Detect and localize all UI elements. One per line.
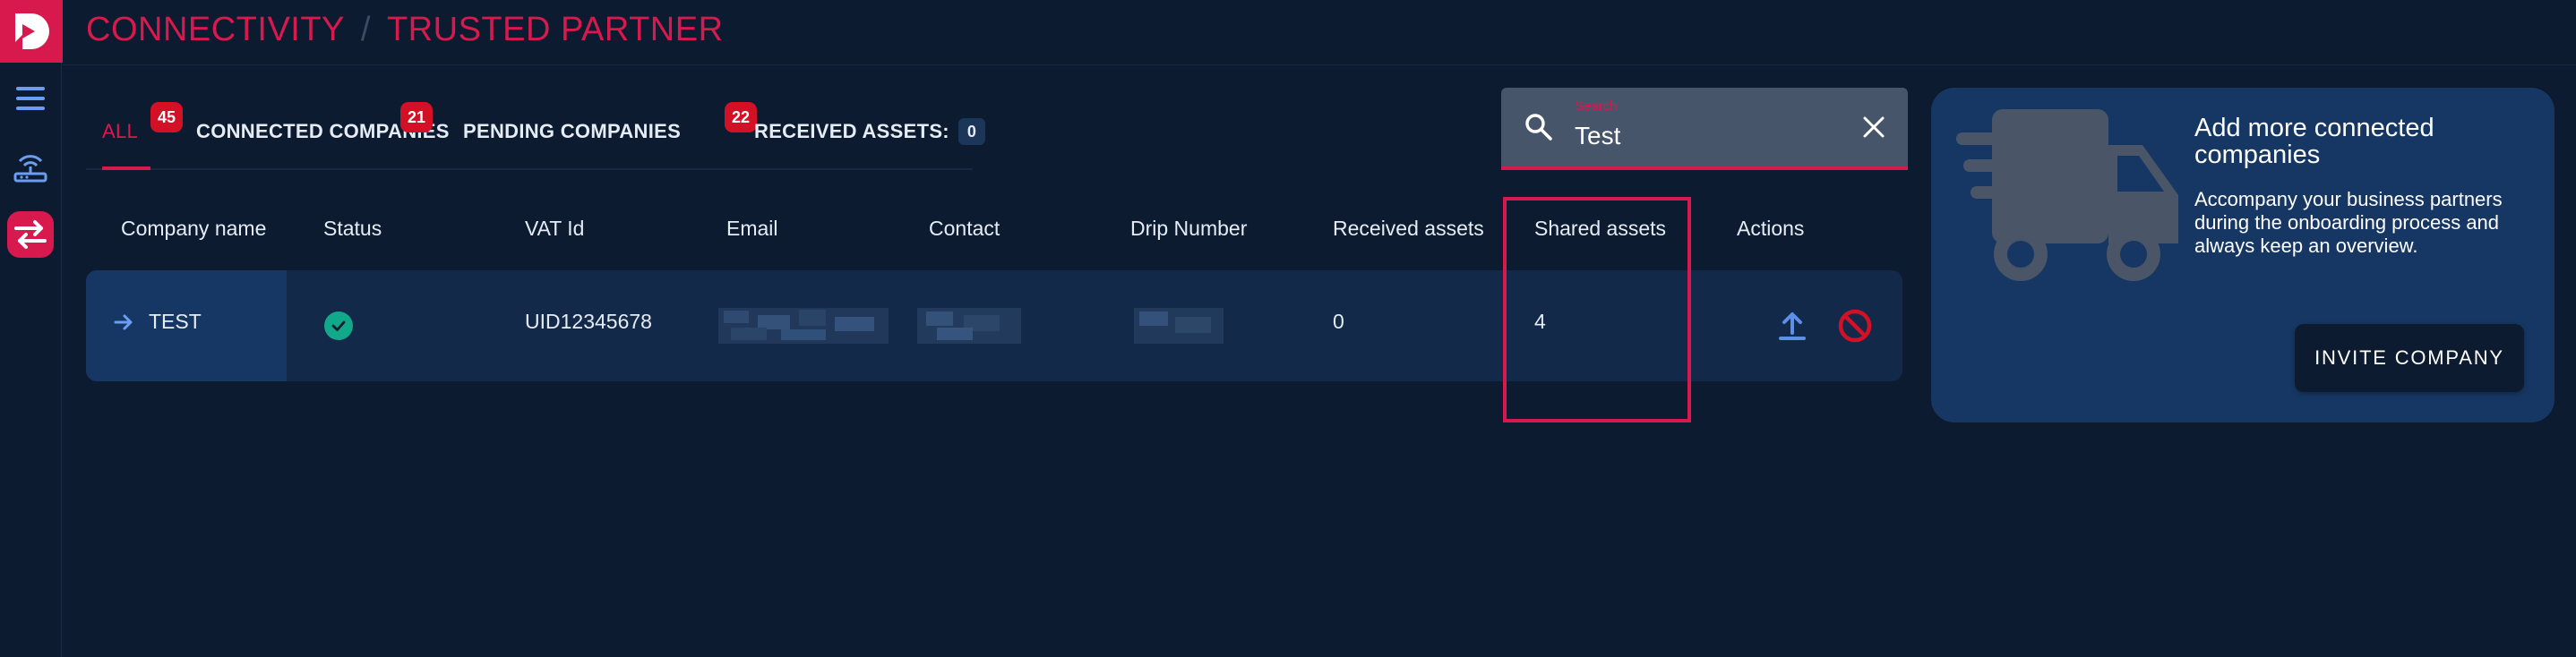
menu-button[interactable] — [7, 75, 54, 122]
tab-pending-count-badge: 22 — [725, 102, 757, 132]
upload-icon — [1779, 312, 1806, 340]
received-assets-label: RECEIVED ASSETS: — [754, 120, 949, 142]
column-header-contact[interactable]: Contact — [929, 217, 1000, 241]
search-icon — [1523, 111, 1553, 146]
breadcrumb-root[interactable]: CONNECTIVITY — [86, 11, 345, 48]
invite-company-button[interactable]: INVITE COMPANY — [2295, 324, 2524, 392]
trusted-partner-nav-button[interactable] — [7, 211, 54, 258]
shared-assets-highlight — [1503, 197, 1691, 422]
side-rail — [0, 0, 63, 657]
tab-connected-count-badge: 21 — [400, 102, 433, 132]
column-header-received-assets[interactable]: Received assets — [1333, 217, 1484, 241]
search-input[interactable] — [1575, 122, 1843, 150]
router-icon — [13, 155, 47, 183]
tab-all-count-badge: 45 — [150, 102, 183, 132]
received-assets-value: 0 — [1333, 310, 1344, 333]
invite-card-title: Add more connected companies — [2194, 114, 2434, 169]
column-header-vat-id[interactable]: VAT Id — [525, 217, 584, 241]
hamburger-icon — [16, 87, 45, 110]
share-asset-button[interactable] — [1773, 306, 1812, 346]
app-logo[interactable] — [0, 0, 63, 63]
column-header-drip-number[interactable]: Drip Number — [1130, 217, 1247, 241]
tab-connected-companies[interactable]: CONNECTED COMPANIES 21 — [196, 95, 450, 168]
block-icon — [1838, 309, 1872, 343]
company-name: TEST — [149, 310, 202, 333]
search-field[interactable]: Search — [1501, 88, 1908, 170]
status-connected-icon — [324, 311, 353, 340]
tab-received-assets[interactable]: RECEIVED ASSETS: 0 — [754, 95, 985, 168]
drip-number-redacted — [1134, 308, 1224, 344]
column-header-company-name[interactable]: Company name — [121, 217, 266, 241]
email-redacted — [718, 308, 889, 344]
column-header-actions: Actions — [1737, 217, 1805, 240]
truck-icon — [1956, 109, 2178, 281]
logo-icon — [15, 13, 49, 49]
swap-arrows-icon — [14, 220, 47, 249]
arrow-right-icon — [113, 311, 134, 338]
tab-pending-companies[interactable]: PENDING COMPANIES 22 — [463, 95, 757, 168]
breadcrumb-separator: / — [360, 11, 371, 48]
top-header: CONNECTIVITY / TRUSTED PARTNER — [63, 0, 2576, 65]
connectivity-nav-button[interactable] — [7, 143, 54, 190]
tab-all-label: ALL — [102, 120, 139, 142]
block-company-button[interactable] — [1835, 306, 1875, 346]
close-icon — [1863, 116, 1885, 138]
breadcrumb: CONNECTIVITY / TRUSTED PARTNER — [86, 11, 724, 49]
column-header-email[interactable]: Email — [726, 217, 778, 241]
contact-redacted — [917, 308, 1021, 344]
column-header-status[interactable]: Status — [323, 217, 382, 241]
invite-card-text: Accompany your business partners during … — [2194, 188, 2503, 257]
clear-search-button[interactable] — [1859, 113, 1888, 141]
filter-tabs: ALL 45 CONNECTED COMPANIES 21 PENDING CO… — [86, 95, 985, 170]
received-assets-count: 0 — [957, 118, 985, 145]
tab-all[interactable]: ALL 45 — [102, 95, 183, 170]
vat-id: UID12345678 — [525, 310, 652, 333]
search-label: Search — [1575, 98, 1618, 114]
breadcrumb-current: TRUSTED PARTNER — [386, 11, 724, 48]
invite-card: Add more connected companies Accompany y… — [1931, 88, 2555, 422]
tab-pending-label: PENDING COMPANIES — [463, 120, 682, 142]
